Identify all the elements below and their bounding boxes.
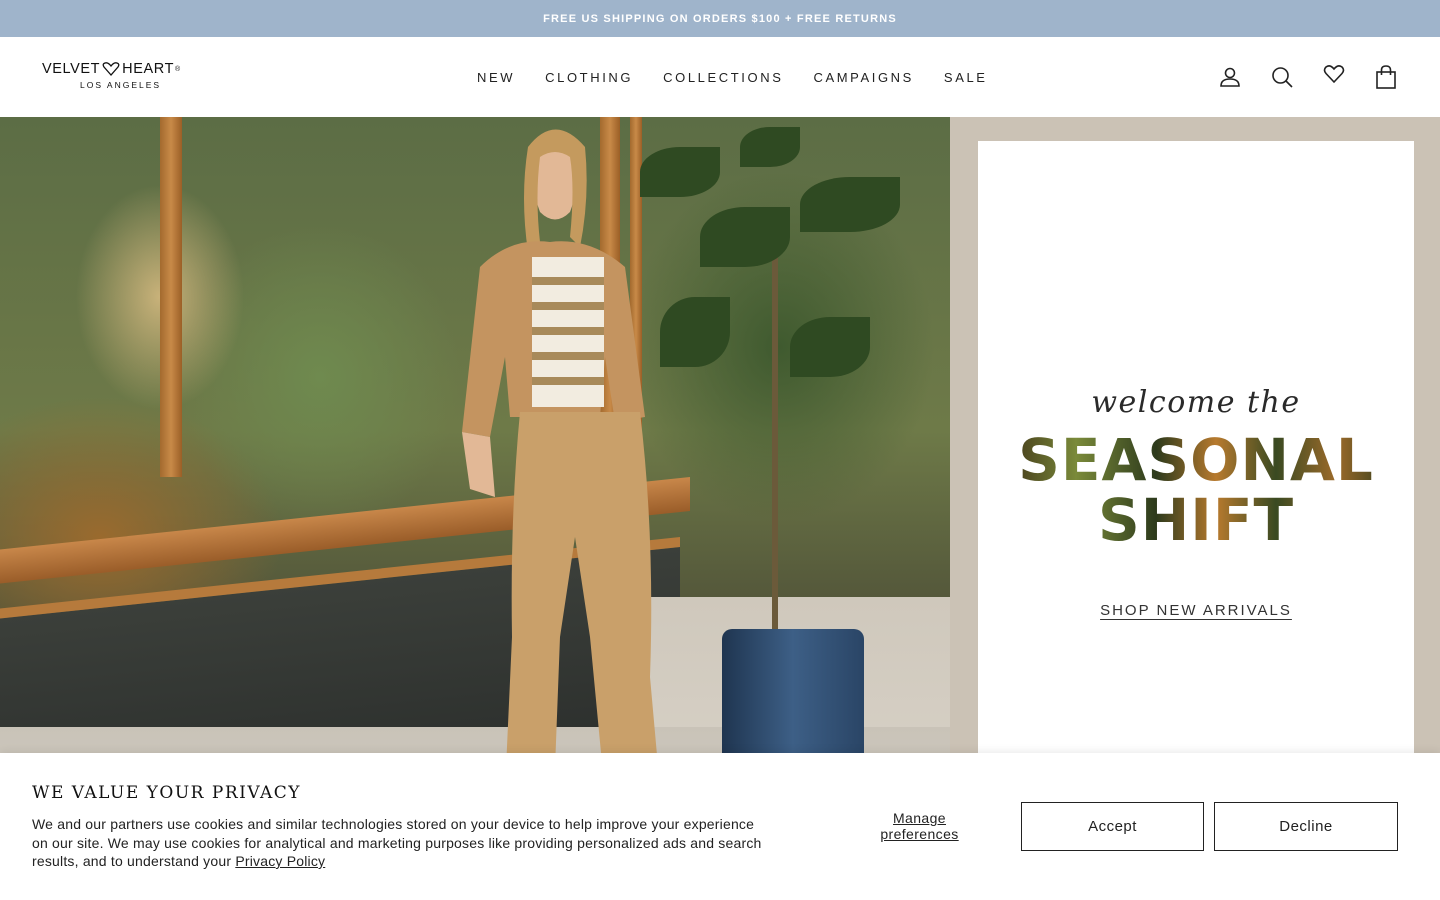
logo-registered: ® — [175, 65, 181, 73]
cart-bag-icon[interactable] — [1372, 63, 1400, 91]
account-icon[interactable] — [1216, 63, 1244, 91]
nav-item-clothing[interactable]: CLOTHING — [545, 70, 633, 85]
plant-leaf — [800, 177, 900, 232]
promo-title: SEASONAL SHIFT — [996, 430, 1396, 550]
privacy-policy-link[interactable]: Privacy Policy — [235, 853, 325, 869]
logo-location: LOS ANGELES — [80, 80, 162, 90]
plant-leaf — [700, 207, 790, 267]
promo-card[interactable]: welcome the SEASONAL SHIFT SHOP NEW ARRI… — [978, 141, 1414, 781]
cookie-body: We and our partners use cookies and simi… — [32, 815, 772, 871]
plant-leaf — [660, 297, 730, 367]
main-nav: NEW CLOTHING COLLECTIONS CAMPAIGNS SALE — [462, 37, 1003, 117]
nav-item-collections[interactable]: COLLECTIONS — [663, 70, 783, 85]
search-icon[interactable] — [1268, 63, 1296, 91]
plant-leaf — [790, 317, 870, 377]
cookie-banner: WE VALUE YOUR PRIVACY We and our partner… — [0, 753, 1440, 900]
nav-item-sale[interactable]: SALE — [944, 70, 988, 85]
wishlist-heart-icon[interactable] — [1320, 63, 1348, 91]
logo-name-right: HEART — [122, 61, 175, 77]
plant-leaf — [740, 127, 800, 167]
cookie-title: WE VALUE YOUR PRIVACY — [32, 783, 301, 803]
header-icons — [1192, 37, 1400, 117]
nav-item-new[interactable]: NEW — [477, 70, 515, 85]
window-frame — [160, 117, 182, 477]
shop-new-arrivals-link[interactable]: SHOP NEW ARRIVALS — [1100, 602, 1292, 619]
logo-heart-icon — [102, 62, 120, 76]
decline-button[interactable]: Decline — [1214, 802, 1398, 851]
manage-preferences-link[interactable]: Manage preferences — [872, 810, 967, 842]
site-header: VELVET HEART ® LOS ANGELES NEW CLOTHING … — [0, 37, 1440, 117]
promo-eyebrow: welcome the — [1091, 385, 1301, 420]
cookie-body-text: We and our partners use cookies and simi… — [32, 816, 762, 869]
brand-logo[interactable]: VELVET HEART ® LOS ANGELES — [42, 61, 202, 97]
announcement-bar: FREE US SHIPPING ON ORDERS $100 + FREE R… — [0, 0, 1440, 37]
announcement-text: FREE US SHIPPING ON ORDERS $100 + FREE R… — [543, 12, 897, 25]
accept-button[interactable]: Accept — [1021, 802, 1204, 851]
nav-item-campaigns[interactable]: CAMPAIGNS — [813, 70, 913, 85]
logo-wordmark: VELVET HEART ® — [42, 61, 202, 77]
plant-stem — [772, 257, 778, 637]
logo-name-left: VELVET — [42, 61, 101, 77]
